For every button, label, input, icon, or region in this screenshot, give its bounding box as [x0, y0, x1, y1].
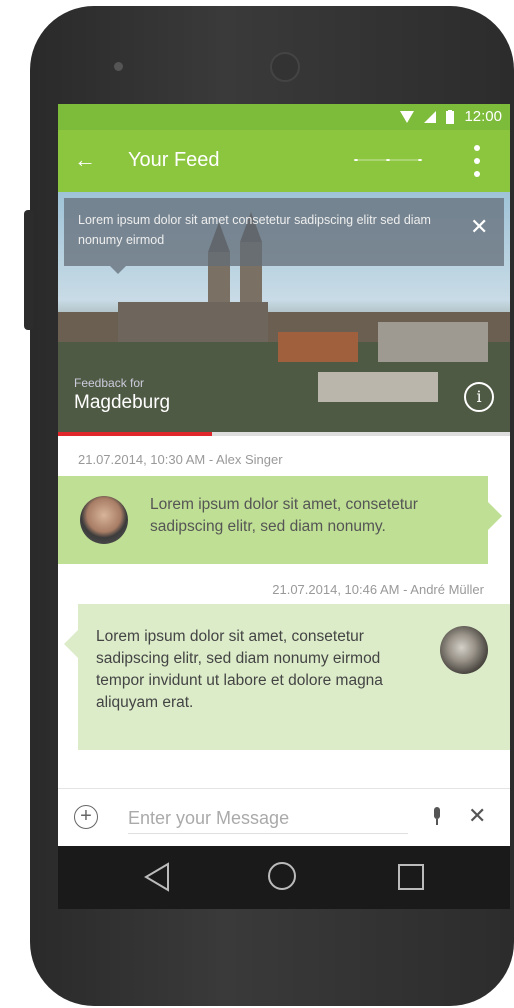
avatar[interactable]: [80, 496, 128, 544]
mic-icon[interactable]: [432, 807, 442, 827]
signal-icon: [424, 110, 437, 123]
back-arrow-icon[interactable]: ←: [74, 147, 96, 173]
message-text: Lorem ipsum dolor sit amet, consetetur s…: [150, 496, 418, 535]
nav-back-icon[interactable]: [144, 862, 170, 892]
hero-subtitle: Feedback for: [74, 376, 145, 390]
nav-home-icon[interactable]: [268, 862, 296, 890]
more-vert-icon[interactable]: [474, 144, 480, 178]
plus-circle-icon[interactable]: +: [74, 805, 98, 829]
avatar[interactable]: [440, 626, 488, 674]
tooltip-arrow: [110, 266, 126, 274]
status-time: 12:00: [464, 108, 502, 125]
nav-bar: [58, 846, 510, 909]
hero-title: Magdeburg: [74, 392, 171, 413]
bubble-tail: [64, 630, 78, 658]
progress-fill: [58, 432, 212, 436]
status-icons: 12:00: [400, 108, 502, 125]
message-text: Lorem ipsum dolor sit amet, consetetur s…: [96, 628, 383, 711]
wifi-icon: [400, 110, 415, 123]
front-camera: [270, 52, 300, 82]
message-input[interactable]: [128, 803, 408, 834]
side-button: [24, 210, 34, 330]
front-sensor: [114, 62, 123, 71]
app-bar: ← Your Feed: [58, 130, 510, 192]
message-meta: 21.07.2014, 10:46 AM - André Müller: [272, 582, 484, 597]
close-icon[interactable]: ✕: [468, 803, 486, 829]
progress-bar: [58, 432, 510, 436]
info-icon[interactable]: i: [464, 382, 494, 412]
status-bar: 12:00: [58, 104, 510, 130]
hero-image[interactable]: Lorem ipsum dolor sit amet consetetur sa…: [58, 192, 510, 432]
nav-recent-icon[interactable]: [398, 864, 424, 890]
message-meta: 21.07.2014, 10:30 AM - Alex Singer: [78, 452, 283, 467]
page-title: Your Feed: [128, 149, 220, 171]
message-composer: + ✕: [58, 788, 510, 847]
page-indicator-icon: [354, 159, 422, 161]
hero-tooltip: Lorem ipsum dolor sit amet consetetur sa…: [64, 198, 504, 266]
screen: 12:00 ← Your Feed Lorem ipsum dolor sit …: [58, 104, 510, 909]
close-icon[interactable]: ✕: [470, 214, 488, 240]
battery-icon: [446, 109, 455, 124]
tooltip-text: Lorem ipsum dolor sit amet consetetur sa…: [78, 213, 431, 247]
bubble-tail: [488, 502, 502, 530]
